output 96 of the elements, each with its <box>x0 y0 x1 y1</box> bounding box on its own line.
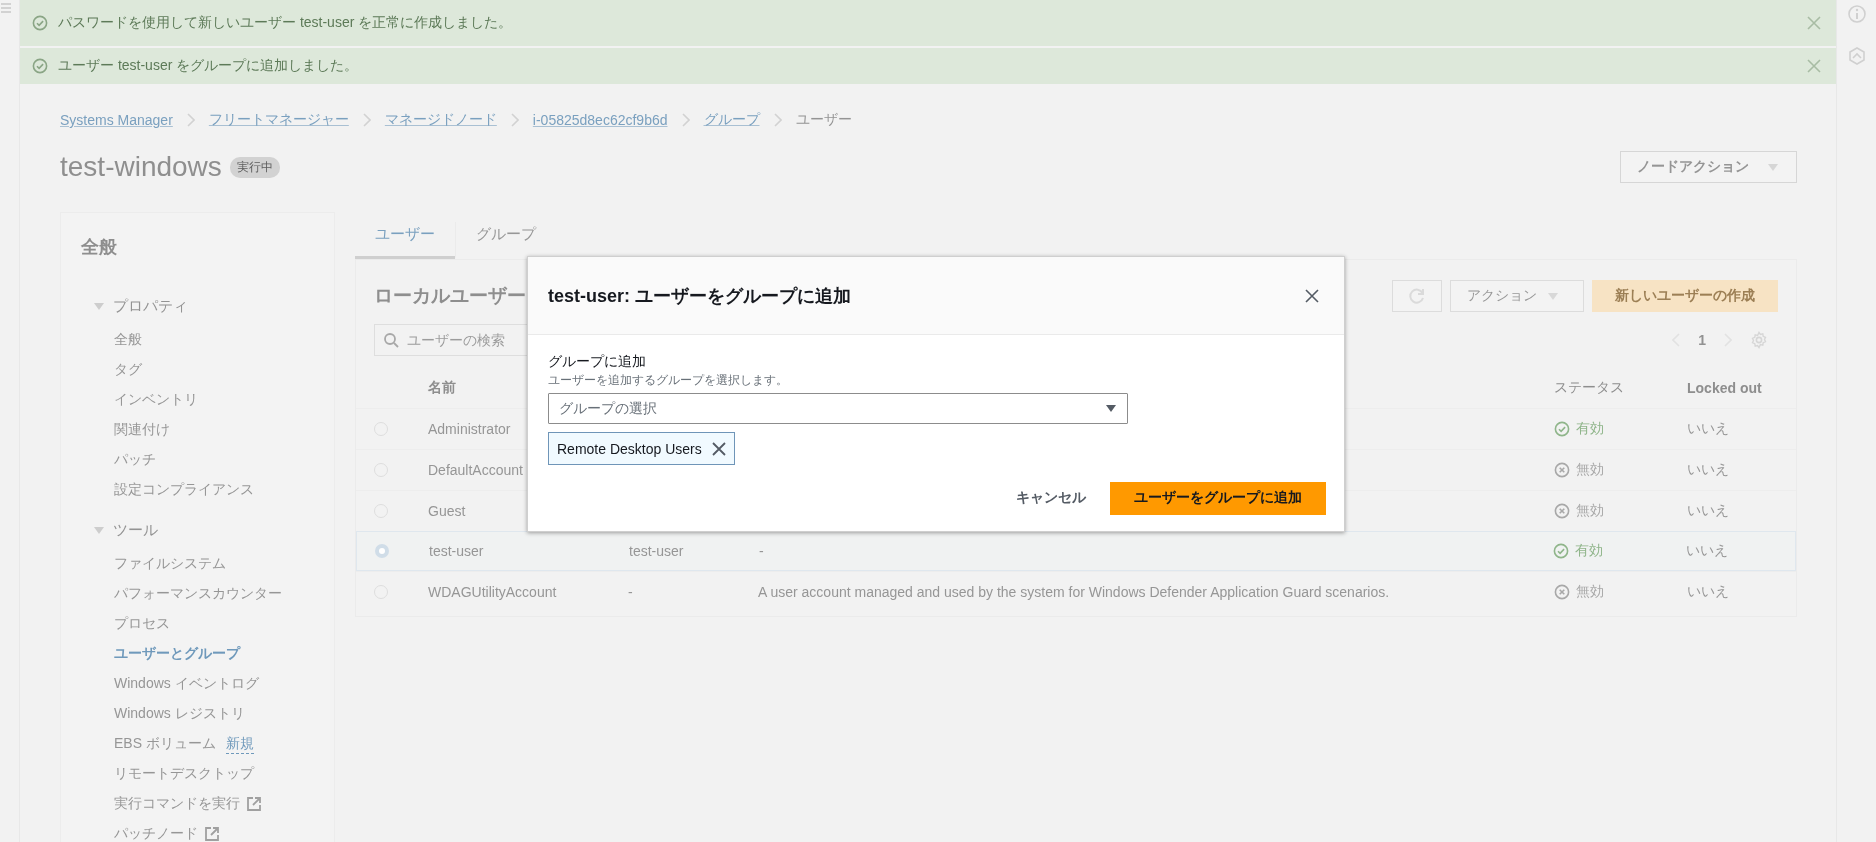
check-circle-icon <box>1553 543 1569 559</box>
breadcrumb-link[interactable]: i-05825d8ec62cf9b6d <box>532 112 668 128</box>
refresh-button[interactable] <box>1392 280 1442 312</box>
caret-icon <box>1767 161 1779 173</box>
nav-header: 全般 <box>81 236 118 259</box>
chevron-right-icon <box>186 113 195 127</box>
caret-icon[interactable] <box>93 524 105 536</box>
nav-link[interactable]: パッチ <box>114 451 156 469</box>
nav-link[interactable]: ファイルシステム <box>114 555 226 573</box>
status-badge: 実行中 <box>229 156 280 178</box>
column-header: Locked out <box>1687 380 1762 396</box>
nav-link[interactable]: 実行コマンドを実行 <box>114 795 240 813</box>
table-cell: test-user <box>429 543 484 559</box>
card-title: ローカルユーザー <box>374 284 526 308</box>
nav-link[interactable]: Windows イベントログ <box>114 675 259 693</box>
x-circle-icon <box>1554 462 1570 478</box>
token-label: Remote Desktop Users <box>557 440 702 457</box>
table-cell: Guest <box>428 503 466 519</box>
table-cell: いいえ <box>1687 583 1729 601</box>
info-icon[interactable] <box>1846 4 1867 24</box>
page-number[interactable]: 1 <box>1698 332 1706 348</box>
placeholder-text: グループの選択 <box>559 399 658 418</box>
create-user-button[interactable]: 新しいユーザーの作成 <box>1592 280 1778 312</box>
page-title: test-windows <box>60 151 222 183</box>
node-actions-button[interactable]: ノードアクション <box>1620 151 1797 183</box>
nav-link[interactable]: 全般 <box>114 331 142 349</box>
status-label: 有効 <box>1575 542 1603 560</box>
column-header: ステータス <box>1554 379 1624 397</box>
nav-link[interactable]: Windows レジストリ <box>114 705 245 723</box>
status-label: 無効 <box>1576 461 1604 479</box>
field-description: ユーザーを追加するグループを選択します。 <box>548 372 789 389</box>
status-label: 無効 <box>1576 583 1604 601</box>
settings-icon[interactable] <box>1750 331 1768 349</box>
x-circle-icon <box>1554 503 1570 519</box>
remove-button[interactable] <box>711 441 726 456</box>
nav-link[interactable]: ユーザーとグループ <box>114 645 240 663</box>
check-circle-icon <box>1554 421 1570 437</box>
refresh-icon <box>1408 287 1426 305</box>
chevron-right-icon <box>510 113 519 127</box>
nav-link[interactable]: リモートデスクトップ <box>114 765 254 783</box>
status-label: 無効 <box>1576 502 1604 520</box>
menu-icon[interactable] <box>0 2 12 14</box>
caret-icon <box>1547 290 1559 302</box>
actions-button[interactable]: アクション <box>1450 280 1584 312</box>
table-cell: いいえ <box>1686 542 1728 560</box>
table-cell: - <box>628 584 633 600</box>
chevron-right-icon <box>362 113 371 127</box>
selected-row[interactable]: test-user test-user - 有効 いいえ <box>356 531 1796 571</box>
nav-link[interactable]: プロセス <box>114 615 170 633</box>
breadcrumb-link[interactable]: グループ <box>703 111 760 129</box>
search-icon <box>383 332 399 348</box>
breadcrumb-link[interactable]: Systems Manager <box>60 112 173 128</box>
breadcrumb-current: ユーザー <box>795 111 852 129</box>
table-cell: いいえ <box>1687 461 1729 479</box>
check-circle-icon <box>32 58 48 74</box>
banner-message: パスワードを使用して新しいユーザー test-user を正常に作成しました。 <box>58 14 514 32</box>
x-circle-icon <box>1554 584 1570 600</box>
caret-icon[interactable] <box>93 300 105 312</box>
group-select[interactable]: グループの選択 <box>548 393 1128 424</box>
nav-link[interactable]: パッチノード <box>114 825 198 842</box>
chevron-right-icon <box>773 113 782 127</box>
table-cell: いいえ <box>1687 502 1729 520</box>
nav-link[interactable]: EBS ボリューム <box>114 735 216 753</box>
new-badge: 新規 <box>225 734 254 754</box>
column-header: 名前 <box>428 379 456 397</box>
field-label: グループに追加 <box>548 353 647 371</box>
nav-link[interactable]: タグ <box>114 361 142 379</box>
caret-icon <box>1105 403 1117 414</box>
nav-link[interactable]: 設定コンプライアンス <box>114 481 254 499</box>
nav-link[interactable]: インベントリ <box>114 391 198 409</box>
nav-section-label[interactable]: プロパティ <box>113 296 188 316</box>
nav-section-label[interactable]: ツール <box>113 520 158 540</box>
banner-message: ユーザー test-user をグループに追加しました。 <box>58 57 360 75</box>
close-icon <box>1304 287 1320 304</box>
chevron-right-icon <box>681 113 690 127</box>
radio-button[interactable] <box>375 544 389 558</box>
table-cell: test-user <box>629 543 684 559</box>
nav-link[interactable]: パフォーマンスカウンター <box>114 585 282 603</box>
table-cell: いいえ <box>1687 420 1729 438</box>
hexagon-icon[interactable] <box>1846 46 1867 66</box>
table-cell: A user account managed and used by the system for Windows Defender Application Guard scenarios. <box>758 584 1390 600</box>
modal-title: test-user: ユーザーをグループに追加 <box>548 284 853 308</box>
nav-link[interactable]: 関連付け <box>114 421 170 439</box>
close-icon <box>1806 15 1822 31</box>
status-label: 有効 <box>1576 420 1604 438</box>
close-icon <box>1806 58 1822 74</box>
check-circle-icon <box>32 15 48 31</box>
table-cell: Administrator <box>428 421 511 437</box>
table-cell: WDAGUtilityAccount <box>428 584 557 600</box>
add-to-group-button[interactable]: ユーザーをグループに追加 <box>1110 481 1326 515</box>
table-cell: - <box>759 543 764 559</box>
close-icon <box>711 441 726 456</box>
table-cell: DefaultAccount <box>428 462 523 478</box>
breadcrumb-link[interactable]: マネージドノード <box>384 111 497 129</box>
breadcrumb-link[interactable]: フリートマネージャー <box>208 111 349 129</box>
cancel-button[interactable]: キャンセル <box>1012 481 1090 515</box>
